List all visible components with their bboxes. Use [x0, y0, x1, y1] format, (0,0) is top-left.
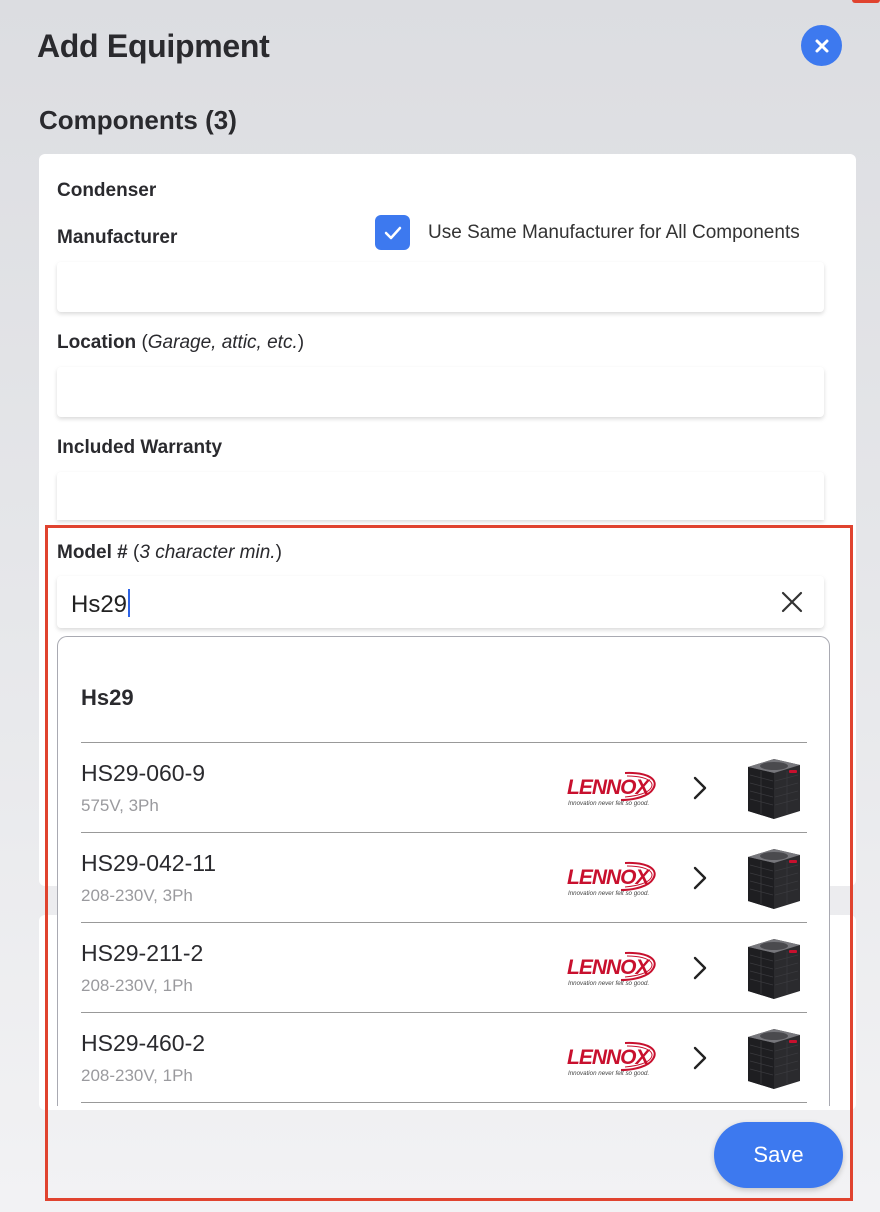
warranty-input[interactable] [57, 472, 824, 520]
chevron-right-icon [693, 866, 707, 890]
condenser-unit-image [748, 1029, 800, 1089]
lennox-logo-icon: LENNOX Innovation never felt so good. [567, 951, 656, 987]
result-row-3[interactable]: HS29-211-2 208-230V, 1Ph LENNOX Innovati… [81, 922, 807, 1012]
corner-accent [852, 0, 880, 3]
result-model: HS29-460-2 [81, 1030, 206, 1056]
result-spec: 208-230V, 3Ph [81, 886, 193, 905]
result-spec: 208-230V, 1Ph [81, 976, 193, 995]
svg-text:LENNOX: LENNOX [567, 1046, 652, 1069]
results-list: HS29-060-9 575V, 3Ph LENNOX Innovation n… [81, 742, 807, 1103]
result-row-2[interactable]: HS29-042-11 208-230V, 3Ph LENNOX Innovat… [81, 832, 807, 922]
svg-text:Innovation never felt so good.: Innovation never felt so good. [568, 890, 649, 897]
save-button[interactable]: Save [714, 1122, 843, 1188]
dropdown-query: Hs29 [81, 685, 134, 710]
condenser-unit-image [748, 759, 800, 819]
condenser-unit-image [748, 849, 800, 909]
lennox-logo-icon: LENNOX Innovation never felt so good. [567, 861, 656, 897]
location-input[interactable] [57, 367, 824, 417]
clear-icon[interactable] [778, 588, 806, 616]
condenser-unit-image [748, 939, 800, 999]
section-title: Components (3) [39, 105, 237, 135]
chevron-right-icon [693, 776, 707, 800]
svg-text:LENNOX: LENNOX [567, 956, 652, 979]
warranty-label: Included Warranty [57, 437, 223, 458]
close-button[interactable] [801, 25, 842, 66]
results-divider [81, 1102, 807, 1103]
model-label-text: Model # [57, 542, 128, 563]
model-suggestions-dropdown: Hs29 HS29-060-9 575V, 3Ph LENNOX Innovat… [57, 636, 830, 1106]
component-name: Condenser [57, 180, 157, 201]
same-manufacturer-label[interactable]: Use Same Manufacturer for All Components [428, 222, 800, 244]
same-manufacturer-checkbox[interactable] [375, 215, 410, 250]
result-model: HS29-042-11 [81, 850, 217, 876]
chevron-right-icon [693, 956, 707, 980]
svg-text:Innovation never felt so good.: Innovation never felt so good. [568, 1070, 649, 1077]
svg-text:Innovation never felt so good.: Innovation never felt so good. [568, 800, 649, 807]
location-hint: Garage, attic, etc. [147, 332, 298, 353]
location-label: Location (Garage, attic, etc.) [57, 332, 305, 353]
model-hint: 3 character min. [139, 542, 276, 563]
result-spec: 575V, 3Ph [81, 796, 159, 815]
close-icon [815, 39, 828, 52]
lennox-logo-icon: LENNOX Innovation never felt so good. [567, 771, 656, 807]
manufacturer-label: Manufacturer [57, 227, 178, 248]
svg-text:Innovation never felt so good.: Innovation never felt so good. [568, 980, 649, 987]
page-title: Add Equipment [37, 28, 270, 64]
location-label-text: Location [57, 332, 137, 353]
model-input-value: Hs29 [71, 589, 131, 619]
svg-text:LENNOX: LENNOX [567, 866, 652, 889]
model-label: Model # (3 character min.) [57, 542, 282, 563]
result-spec: 208-230V, 1Ph [81, 1066, 193, 1085]
svg-text:LENNOX: LENNOX [567, 776, 652, 799]
checkmark-icon [384, 226, 401, 239]
result-model: HS29-060-9 [81, 760, 206, 786]
text-caret [128, 589, 131, 617]
result-row-4[interactable]: HS29-460-2 208-230V, 1Ph LENNOX Innovati… [81, 1012, 807, 1102]
chevron-right-icon [693, 1046, 707, 1070]
model-input[interactable]: Hs29 [57, 576, 824, 628]
lennox-logo-icon: LENNOX Innovation never felt so good. [567, 1041, 656, 1077]
result-row-1[interactable]: HS29-060-9 575V, 3Ph LENNOX Innovation n… [81, 742, 807, 832]
result-model: HS29-211-2 [81, 940, 204, 966]
manufacturer-input[interactable] [57, 262, 824, 312]
